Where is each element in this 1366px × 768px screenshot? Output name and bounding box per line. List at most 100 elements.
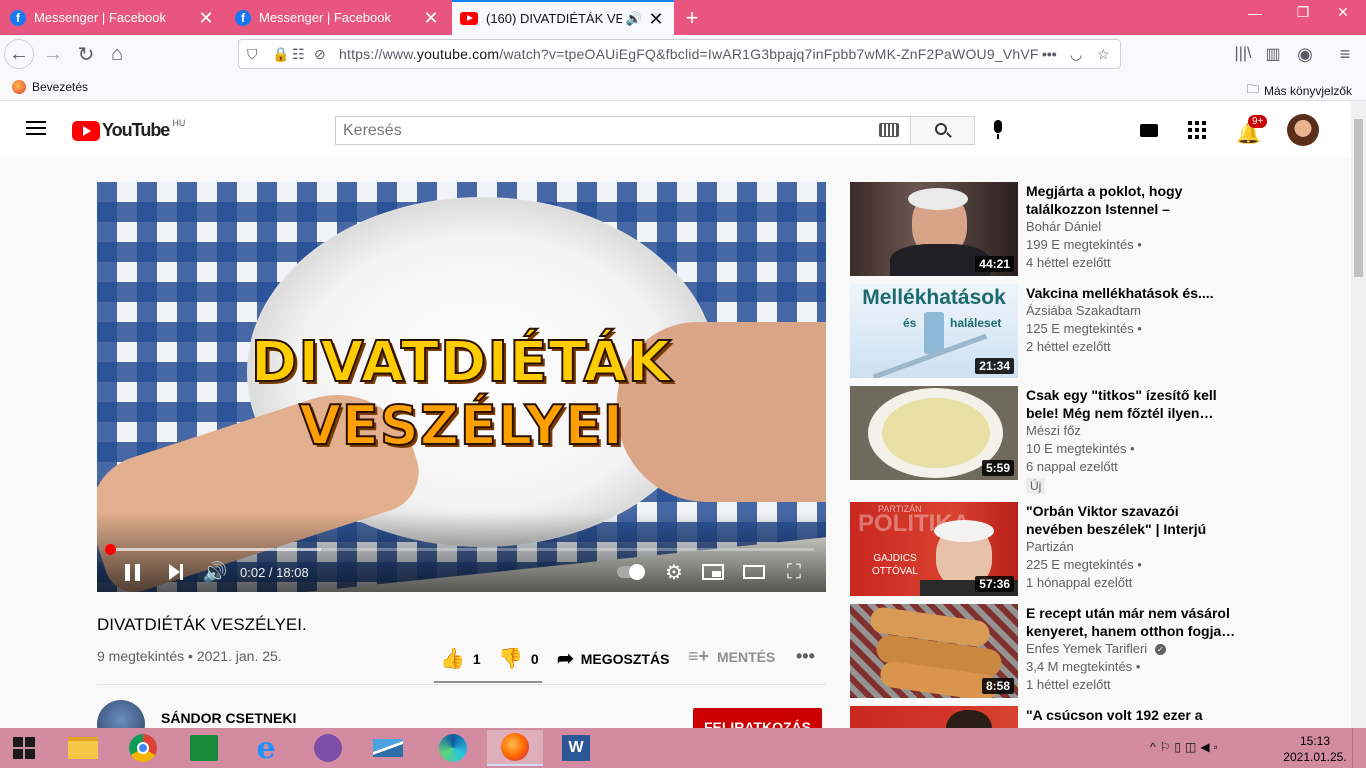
guide-menu-icon[interactable] [26,121,46,135]
autoplay-icon[interactable]: ⊘ [314,46,326,63]
close-tab-icon[interactable]: ✕ [196,9,216,27]
start-button[interactable] [0,730,48,766]
next-button[interactable] [165,560,187,584]
miniplayer-button[interactable] [701,560,725,584]
browser-tab-youtube[interactable]: (160) DIVATDIÉTÁK VESZÉLY 🔊 ✕ [452,0,674,35]
home-button[interactable]: ⌂ [102,39,132,69]
volume-button[interactable]: 🔊 [202,560,228,584]
youtube-header: YouTube HU Keresés 🔔 9+ [0,101,1351,158]
url-text[interactable]: https://www.youtube.com/watch?v=tpeOAUiE… [339,46,1039,62]
minimize-window-icon[interactable]: — [1232,0,1278,25]
microphone-icon[interactable] [991,120,1005,140]
video-player[interactable]: DIVATDIÉTÁK VESZÉLYEI 🔊 0:02 / 18:08 ⚙ ⛶ [97,182,826,592]
save-label: MENTÉS [717,648,776,665]
thumbnail-title-line-2: VESZÉLYEI [298,393,624,458]
show-desktop-button[interactable] [1352,728,1366,768]
menu-icon[interactable]: ≡ [1330,39,1360,69]
bookmark-bevezetes[interactable]: Bevezetés [12,80,88,94]
internet-explorer-icon[interactable]: e [238,730,294,766]
more-options-icon[interactable]: ••• [796,646,815,667]
dislike-button[interactable]: 👎 0 [498,646,539,671]
browser-tab-messenger-2[interactable]: f Messenger | Facebook ✕ [227,0,449,35]
close-window-icon[interactable]: ✕ [1320,0,1366,25]
chrome-icon[interactable] [115,730,171,766]
recommended-title[interactable]: "Orbán Viktor szavazói nevében beszélek"… [1026,502,1236,538]
avatar[interactable] [1287,114,1319,146]
speaker-icon[interactable]: 🔊 [626,11,642,27]
recommended-channel[interactable]: Enfes Yemek Tarifleri [1026,641,1147,656]
recommended-title[interactable]: E recept után már nem vásárol kenyeret, … [1026,604,1236,640]
video-thumbnail[interactable]: PARTIZÁN POLITIKA GAJDICS OTTÓVAL 57:36 [850,502,1018,596]
recommended-video[interactable]: 8:58 E recept után már nem vásárol kenye… [850,604,1330,698]
viber-icon[interactable] [300,730,356,766]
lock-icon[interactable]: 🔒 [272,46,289,63]
recommended-title[interactable]: Megjárta a poklot, hogy találkozzon Iste… [1026,182,1236,218]
file-explorer-icon[interactable] [55,730,111,766]
search-input[interactable]: Keresés [335,116,911,145]
recommended-channel[interactable]: Ázsiába Szakadtam [1026,303,1141,318]
pause-button[interactable] [121,560,143,584]
reload-button[interactable]: ↻ [71,39,101,69]
app-icon[interactable] [360,730,416,766]
video-thumbnail[interactable]: Mellékhatások és haláleset 21:34 [850,284,1018,378]
pocket-icon[interactable]: ◡ [1070,46,1082,63]
recommended-video[interactable]: Mellékhatások és haláleset 21:34 Vakcina… [850,284,1330,378]
system-tray-icons[interactable]: ^⚐▯◫◀▫ [1150,740,1222,754]
browser-tab-messenger-1[interactable]: f Messenger | Facebook ✕ [2,0,224,35]
recommended-title[interactable]: Csak egy "titkos" ízesítő kell bele! Még… [1026,386,1236,422]
apps-grid-icon[interactable] [1188,121,1206,139]
search-button[interactable] [910,116,975,145]
keyboard-icon[interactable] [879,123,899,137]
forward-button[interactable]: → [38,39,68,69]
recommended-title[interactable]: "A csúcson volt 192 ezer a fizetésem a N… [1026,706,1236,728]
back-button[interactable]: ← [4,39,34,69]
account-icon[interactable]: ◉ [1290,39,1320,69]
close-tab-icon[interactable]: ✕ [646,10,666,28]
page-scrollbar[interactable] [1351,101,1366,728]
recommended-video[interactable]: "A csúcson volt 192 ezer a fizetésem a N… [850,706,1330,728]
taskbar-clock[interactable]: 15:13 2021.01.25. [1280,733,1350,765]
channel-name[interactable]: SÁNDOR CSETNEKI [161,710,296,726]
more-actions-icon[interactable]: ••• [1042,46,1057,62]
store-icon[interactable] [176,730,232,766]
video-thumbnail[interactable]: 8:58 [850,604,1018,698]
other-bookmarks[interactable]: 🗀 Más könyvjelzők [1247,80,1352,101]
library-icon[interactable]: |||\ [1228,39,1258,69]
url-bar[interactable]: ⛉ 🔒 ☷ ⊘ https://www.youtube.com/watch?v=… [238,39,1121,69]
word-icon[interactable]: W [548,730,604,766]
recommended-channel[interactable]: Mészi főz [1026,423,1081,438]
like-button[interactable]: 👍 1 [440,646,481,671]
firefox-taskbar-icon[interactable] [487,730,543,766]
scrollbar-thumb[interactable] [1354,119,1363,277]
video-thumbnail[interactable] [850,706,1018,728]
fullscreen-button[interactable]: ⛶ [783,560,805,584]
thumbnail-text: Mellékhatások [862,286,1006,309]
create-video-icon[interactable] [1140,124,1158,137]
sidebar-toggle-icon[interactable]: ▥ [1258,39,1288,69]
shield-icon[interactable]: ⛉ [247,46,258,63]
save-button[interactable]: ≡+ MENTÉS [688,646,775,667]
progress-bar[interactable] [105,544,814,555]
edge-icon[interactable] [425,730,481,766]
theater-mode-button[interactable] [742,560,766,584]
bookmark-star-icon[interactable]: ☆ [1097,46,1110,63]
recommended-channel[interactable]: Partizán [1026,539,1074,554]
recommended-channel[interactable]: Bohár Dániel [1026,219,1101,234]
settings-button[interactable]: ⚙ [663,560,685,584]
recommended-video[interactable]: PARTIZÁN POLITIKA GAJDICS OTTÓVAL 57:36 … [850,502,1330,596]
recommended-channel-row[interactable]: Enfes Yemek Tarifleri ✓ [1026,641,1166,656]
recommended-video[interactable]: 44:21 Megjárta a poklot, hogy találkozzo… [850,182,1330,276]
video-thumbnail[interactable]: 5:59 [850,386,1018,480]
close-tab-icon[interactable]: ✕ [421,9,441,27]
youtube-logo[interactable]: YouTube HU [72,118,185,141]
share-button[interactable]: ➦ MEGOSZTÁS [557,646,669,671]
folder-icon: 🗀 [1247,82,1260,96]
video-thumbnail[interactable]: 44:21 [850,182,1018,276]
recommended-title[interactable]: Vakcina mellékhatások és.... [1026,284,1236,302]
autoplay-toggle[interactable] [615,560,645,584]
recommended-video[interactable]: 5:59 Csak egy "titkos" ízesítő kell bele… [850,386,1330,496]
new-tab-button[interactable]: + [678,0,706,35]
recommended-age: 4 héttel ezelőtt [1026,255,1111,270]
video-title: DIVATDIÉTÁK VESZÉLYEI. [97,615,307,634]
permissions-icon[interactable]: ☷ [292,46,305,63]
